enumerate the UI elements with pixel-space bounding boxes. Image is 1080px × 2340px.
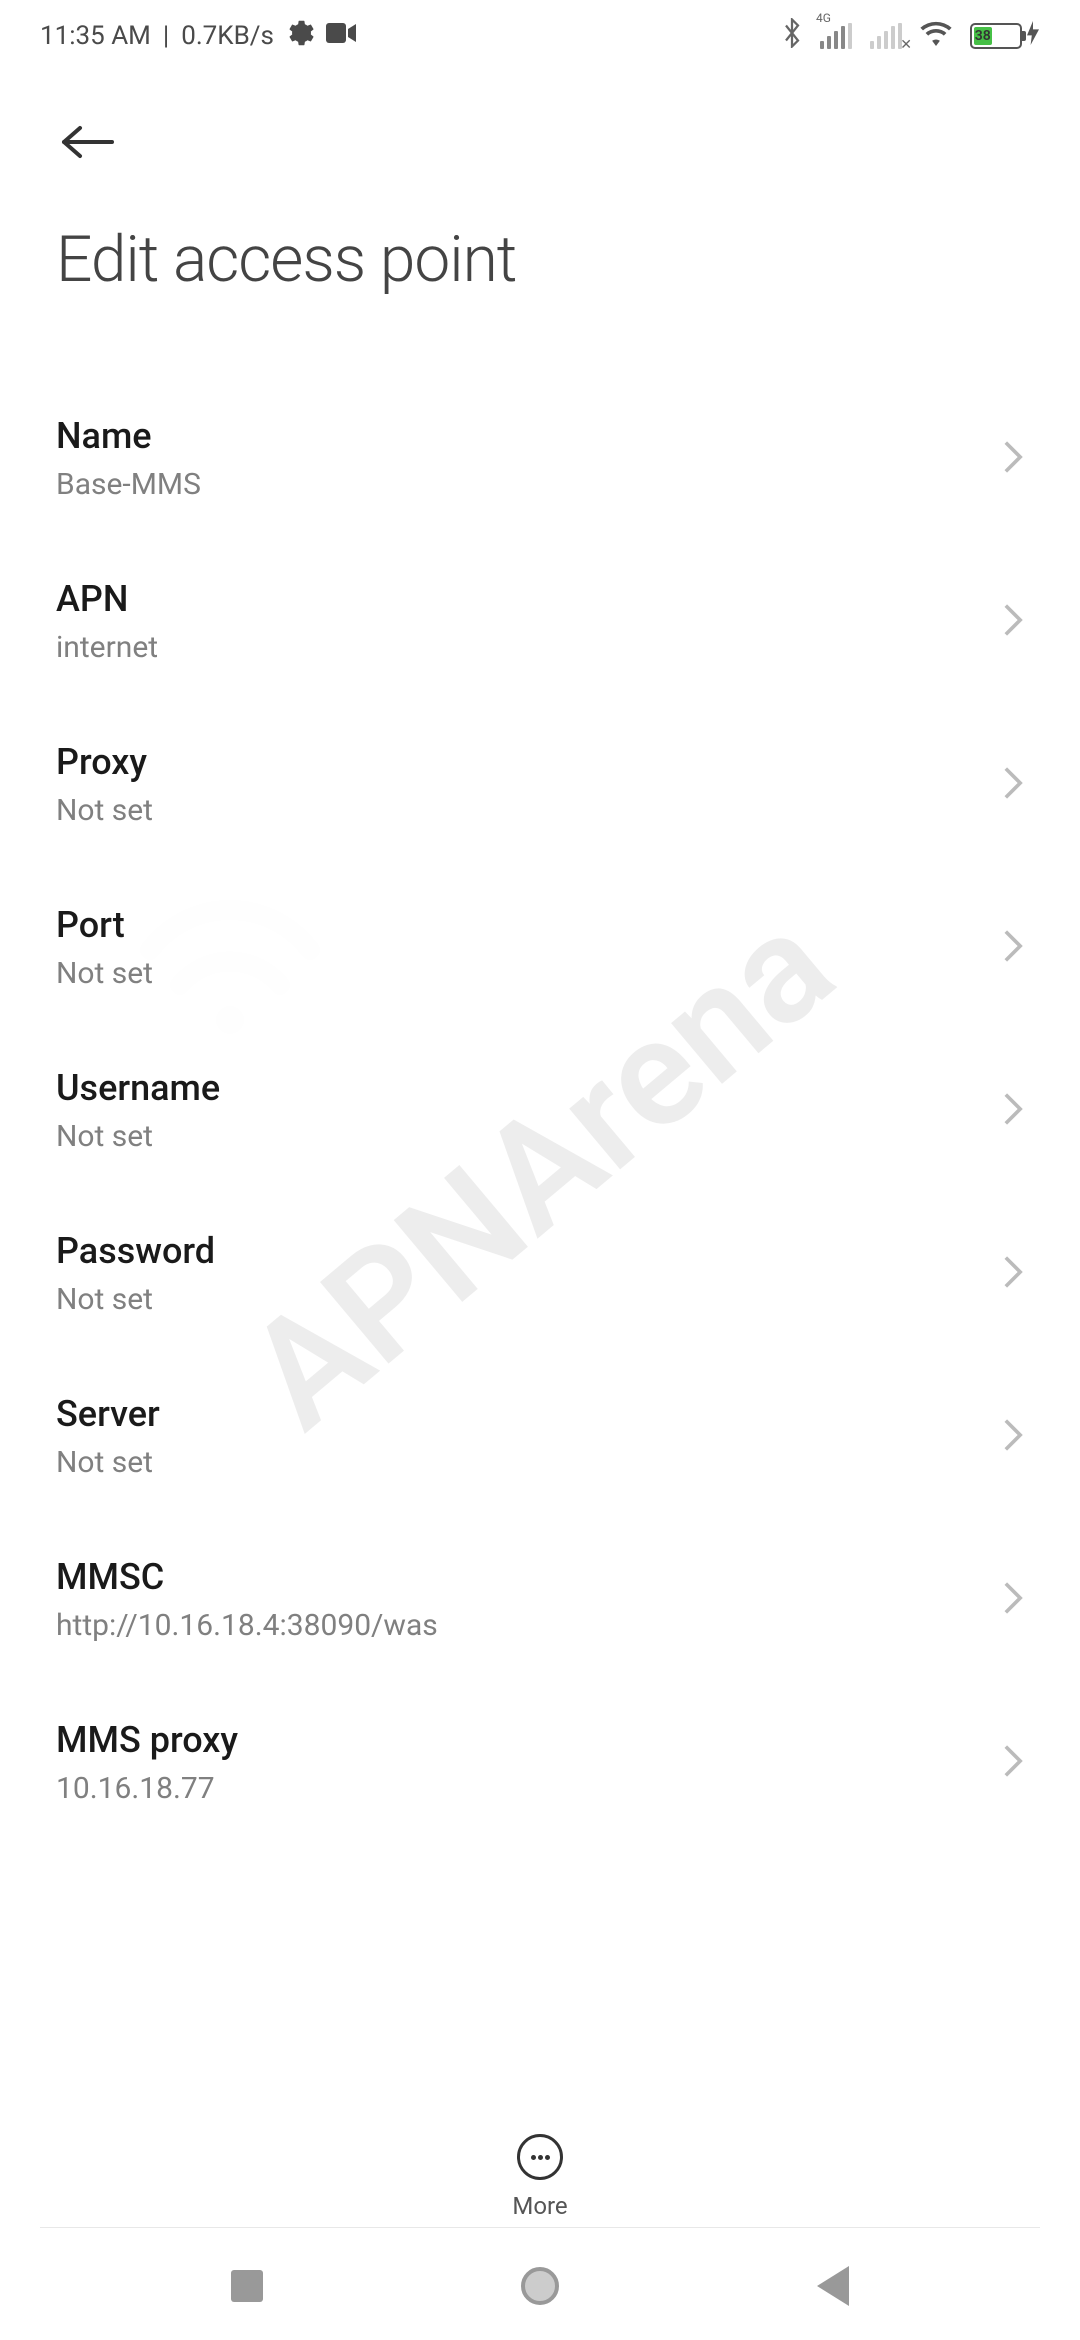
- status-data-speed: 0.7KB/s: [181, 21, 274, 51]
- setting-row-server[interactable]: Server Not set: [56, 1355, 1024, 1518]
- setting-row-mms-proxy[interactable]: MMS proxy 10.16.18.77: [56, 1681, 1024, 1844]
- more-icon: [517, 2134, 563, 2180]
- setting-row-port[interactable]: Port Not set: [56, 866, 1024, 1029]
- setting-label: MMSC: [56, 1556, 982, 1598]
- status-bar: 11:35 AM | 0.7KB/s 4G: [0, 0, 1080, 72]
- camera-icon: [326, 21, 356, 52]
- setting-row-name[interactable]: Name Base-MMS: [56, 377, 1024, 540]
- charging-icon: [1026, 21, 1040, 52]
- system-navbar: [0, 2232, 1080, 2340]
- setting-row-username[interactable]: Username Not set: [56, 1029, 1024, 1192]
- wifi-icon: [920, 20, 952, 53]
- setting-label: Password: [56, 1230, 982, 1272]
- signal-sim2-icon: ✕: [870, 23, 902, 49]
- setting-value: Not set: [56, 956, 982, 991]
- nav-back-button[interactable]: [808, 2261, 858, 2311]
- back-button[interactable]: [56, 112, 116, 172]
- chevron-right-icon: [1002, 1417, 1024, 1457]
- setting-row-password[interactable]: Password Not set: [56, 1192, 1024, 1355]
- setting-label: MMS proxy: [56, 1719, 982, 1761]
- chevron-right-icon: [1002, 765, 1024, 805]
- battery-icon: 38: [970, 21, 1040, 52]
- more-button[interactable]: More: [512, 2134, 567, 2220]
- page-title: Edit access point: [56, 222, 1024, 297]
- setting-label: Server: [56, 1393, 982, 1435]
- circle-icon: [521, 2267, 559, 2305]
- triangle-icon: [817, 2266, 849, 2306]
- chevron-right-icon: [1002, 928, 1024, 968]
- settings-list: Name Base-MMS APN internet Proxy Not set…: [0, 377, 1080, 2187]
- status-separator: |: [163, 21, 169, 51]
- setting-value: Not set: [56, 1445, 982, 1480]
- setting-value: Base-MMS: [56, 467, 982, 502]
- chevron-right-icon: [1002, 1254, 1024, 1294]
- chevron-right-icon: [1002, 1743, 1024, 1783]
- setting-row-proxy[interactable]: Proxy Not set: [56, 703, 1024, 866]
- setting-label: Name: [56, 415, 982, 457]
- square-icon: [231, 2270, 263, 2302]
- setting-label: Username: [56, 1067, 982, 1109]
- nav-recents-button[interactable]: [222, 2261, 272, 2311]
- setting-row-mmsc[interactable]: MMSC http://10.16.18.4:38090/was: [56, 1518, 1024, 1681]
- setting-value: Not set: [56, 1282, 982, 1317]
- chevron-right-icon: [1002, 1091, 1024, 1131]
- setting-value: http://10.16.18.4:38090/was: [56, 1608, 982, 1643]
- setting-label: APN: [56, 578, 982, 620]
- chevron-right-icon: [1002, 439, 1024, 479]
- toolbar-divider: [40, 2227, 1040, 2228]
- signal-sim1-icon: 4G: [820, 23, 852, 49]
- setting-row-apn[interactable]: APN internet: [56, 540, 1024, 703]
- bluetooth-icon: [782, 18, 802, 55]
- setting-label: Port: [56, 904, 982, 946]
- more-label: More: [512, 2192, 567, 2220]
- nav-home-button[interactable]: [515, 2261, 565, 2311]
- setting-label: Proxy: [56, 741, 982, 783]
- setting-value: internet: [56, 630, 982, 665]
- setting-value: Not set: [56, 1119, 982, 1154]
- chevron-right-icon: [1002, 602, 1024, 642]
- setting-value: 10.16.18.77: [56, 1771, 982, 1806]
- status-time: 11:35 AM: [40, 21, 151, 51]
- chevron-right-icon: [1002, 1580, 1024, 1620]
- setting-value: Not set: [56, 793, 982, 828]
- gear-icon: [286, 19, 314, 54]
